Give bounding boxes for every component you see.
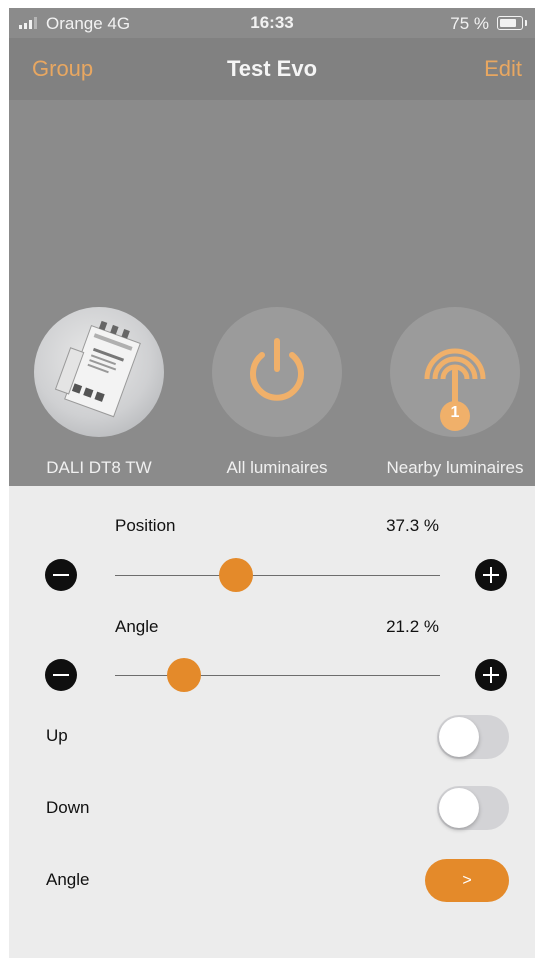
up-toggle[interactable] — [437, 715, 509, 759]
all-luminaires-label: All luminaires — [226, 458, 328, 477]
angle-setting-label: Angle — [46, 870, 90, 889]
plus-icon — [483, 667, 499, 683]
angle-increase-button[interactable] — [475, 659, 507, 691]
minus-icon — [53, 574, 69, 576]
angle-label: Angle — [115, 617, 159, 636]
toggle-knob — [439, 788, 479, 828]
position-slider-track[interactable] — [115, 575, 440, 576]
up-label: Up — [46, 726, 68, 745]
all-luminaires-button[interactable] — [212, 307, 342, 437]
minus-icon — [53, 674, 69, 676]
plus-icon — [483, 567, 499, 583]
app-screen: Orange 4G 16:33 75 % Group Test Evo Edit — [9, 8, 535, 958]
position-value: 37.3 % — [386, 516, 439, 535]
device-photo-icon — [54, 320, 141, 418]
nearby-luminaires-button[interactable]: 1 — [390, 307, 520, 437]
nearby-count-badge: 1 — [450, 404, 460, 421]
page-title: Test Evo — [226, 56, 318, 81]
battery-percent: 75 % — [450, 14, 489, 33]
battery-icon — [497, 16, 527, 30]
angle-slider-track[interactable] — [115, 675, 440, 676]
device-label: DALI DT8 TW — [46, 458, 152, 477]
navigation-bar: Group Test Evo Edit — [9, 38, 535, 100]
position-increase-button[interactable] — [475, 559, 507, 591]
power-icon — [250, 338, 304, 401]
down-label: Down — [46, 798, 90, 817]
position-label: Position — [115, 516, 176, 535]
edit-button[interactable]: Edit — [484, 56, 522, 82]
control-panel: Position 37.3 % Angle 21.2 % Up Down Ang… — [9, 486, 535, 958]
down-toggle[interactable] — [437, 786, 509, 830]
angle-value: 21.2 % — [386, 617, 439, 636]
toggle-knob — [439, 717, 479, 757]
device-dali-dt8-tw-button[interactable] — [34, 307, 164, 437]
position-slider-thumb[interactable] — [219, 558, 254, 592]
angle-open-button[interactable]: > — [425, 859, 509, 902]
position-decrease-button[interactable] — [45, 559, 77, 591]
status-bar: Orange 4G 16:33 75 % — [9, 8, 535, 38]
nearby-luminaires-label: Nearby luminaires — [386, 458, 524, 477]
angle-decrease-button[interactable] — [45, 659, 77, 691]
angle-slider-thumb[interactable] — [166, 658, 201, 692]
